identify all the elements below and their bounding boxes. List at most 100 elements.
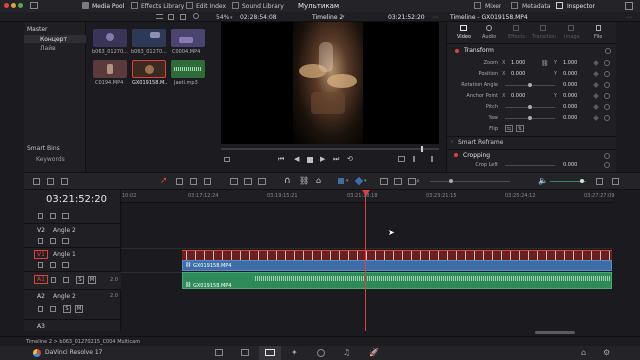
fusion-page-icon[interactable]: ✦ [291,348,298,357]
cropping-enabled-dot[interactable] [454,153,458,157]
window-close-dot[interactable] [4,3,9,8]
flip-vertical-icon[interactable]: ⇅ [516,125,524,132]
replace-clip-icon[interactable] [258,178,266,185]
rotation-slider-knob[interactable] [528,83,532,87]
position-lock-icon[interactable]: ⌂ [316,176,321,185]
insert-clip-icon[interactable] [230,178,238,185]
list-view-icon[interactable] [156,14,163,19]
multicam-clip-strip[interactable] [182,250,612,260]
overwrite-clip-icon[interactable] [244,178,252,185]
marker-dropdown-icon[interactable]: ▾ [364,178,367,184]
zoom-keyframe-icon[interactable] [593,60,599,66]
edit-page-icon[interactable] [265,349,275,356]
image-tab-icon[interactable] [568,25,574,31]
cropping-reset-icon[interactable] [604,153,610,159]
zoom-custom-icon[interactable] [408,178,416,185]
transform-enabled-dot[interactable] [455,49,459,53]
autoselect-icon[interactable] [50,262,56,268]
crop-left-field[interactable]: 0.000 [563,162,577,168]
marker-icon[interactable] [354,176,364,186]
edit-index-icon[interactable] [186,2,193,9]
crop-left-slider[interactable] [505,165,555,166]
inspector-tab[interactable]: Inspector [567,3,595,10]
anchor-x-field[interactable]: 0.000 [511,93,525,99]
inspector-icon[interactable] [556,2,563,9]
clip-thumb-3[interactable] [171,29,205,47]
tab-audio[interactable]: Audio [482,34,496,40]
clip-thumb-1[interactable] [93,29,127,47]
dynamic-trim-icon[interactable] [190,178,197,185]
zoom-reset-icon[interactable] [604,60,610,66]
smart-bin-keywords[interactable]: Keywords [36,156,65,163]
mixer-icon[interactable] [474,2,481,9]
tab-image[interactable]: Image [564,34,580,40]
metadata-tab[interactable]: Metadata [522,3,550,10]
zoom-search-icon[interactable]: ⌕ [416,177,420,186]
clip-thumb-6[interactable] [171,60,205,78]
pitch-keyframe-icon[interactable] [593,104,599,110]
audio-clip[interactable]: ⛓ GX019158.MP4 [182,272,612,289]
rotation-field[interactable]: 0.000 [563,82,577,88]
mark-in-icon[interactable] [413,156,418,162]
audio-tab-icon[interactable] [486,25,492,31]
pitch-slider-knob[interactable] [528,105,532,109]
autoselect-icon[interactable] [63,277,69,283]
transform-header[interactable]: Transform [447,46,617,56]
monitor-icon[interactable] [62,262,69,268]
transform-reset-icon[interactable] [605,48,611,54]
solo-button[interactable]: S [63,305,71,313]
autoselect-icon[interactable] [50,306,56,312]
media-page-icon[interactable] [215,349,223,356]
position-reset-icon[interactable] [604,71,610,77]
anchor-y-field[interactable]: 0.000 [563,93,577,99]
edit-index-tab[interactable]: Edit Index [196,3,226,10]
layout-single-icon[interactable] [33,178,40,185]
clip-thumb-2[interactable] [132,29,166,47]
autoselect-icon[interactable] [50,213,56,219]
effects-library-icon[interactable] [131,2,138,9]
search-icon[interactable] [193,13,199,19]
grid-view-icon[interactable] [168,14,174,20]
timeline-hscrollbar[interactable] [535,331,575,334]
play-reverse-icon[interactable]: ◀ [294,155,299,163]
anchor-reset-icon[interactable] [604,93,610,99]
match-frame-icon[interactable] [398,156,405,162]
media-pool-icon[interactable] [82,2,89,9]
mute-button[interactable]: M [88,276,96,284]
tab-file[interactable]: File [594,34,602,40]
inspector-scrollbar[interactable] [616,22,640,172]
layout-list-icon[interactable] [61,178,68,185]
workspace-icon[interactable] [30,2,38,9]
monitor-icon[interactable] [62,238,69,244]
window-min-dot[interactable] [11,3,16,8]
audio-meter-icon[interactable] [596,178,603,185]
metadata-icon[interactable] [511,2,518,9]
stop-icon[interactable] [307,157,313,163]
blade-tool-icon[interactable] [204,178,211,185]
viewer-scrubber[interactable] [221,146,439,152]
timeline-name[interactable]: Timeline 2 [312,14,343,21]
sort-icon[interactable] [180,14,186,20]
viewer-zoom[interactable]: 54% [216,14,229,21]
video-clip[interactable]: ⛓ GX019158.MP4 [182,260,612,271]
tab-transition[interactable]: Transition [532,34,556,40]
effects-tab-icon[interactable] [513,25,519,31]
selection-tool-icon[interactable]: ➚ [160,176,168,186]
file-tab-icon[interactable] [596,25,601,31]
smart-reframe-chevron-icon[interactable]: › [451,139,453,145]
autoselect-icon[interactable] [50,238,56,244]
home-icon[interactable]: ⌂ [581,348,586,357]
clip-thumb-4[interactable] [93,60,127,78]
monitor-icon[interactable] [62,213,69,219]
mark-out-icon[interactable] [428,156,433,162]
bin-concert[interactable]: Концерт [40,36,67,43]
yaw-slider-knob[interactable] [528,116,532,120]
media-pool-tab[interactable]: Media Pool [92,3,124,10]
bin-live[interactable]: Лайв [40,45,56,52]
yaw-field[interactable]: 0.000 [563,115,577,121]
lock-icon[interactable] [38,213,43,219]
timeline-zoom-knob[interactable] [449,179,453,183]
trim-tool-icon[interactable] [176,178,183,185]
flag-icon[interactable] [338,178,344,184]
rotation-keyframe-icon[interactable] [593,82,599,88]
